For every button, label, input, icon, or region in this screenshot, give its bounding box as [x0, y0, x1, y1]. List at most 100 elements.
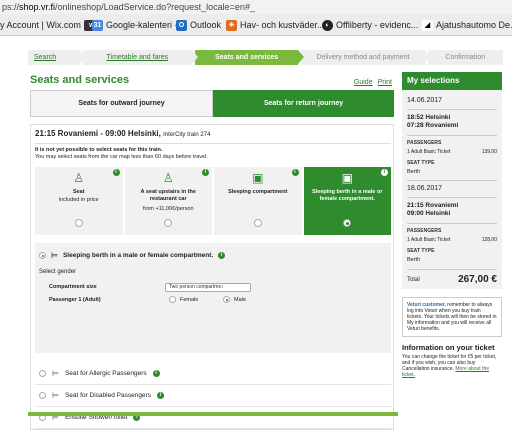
- total-value: 267,00 €: [458, 274, 497, 285]
- car-radio[interactable]: [253, 219, 262, 227]
- bookmark-offliberty[interactable]: ◐ Offliberty - evidenc...: [322, 14, 418, 35]
- car-option-berth[interactable]: ▣ i Sleeping berth in a male or female c…: [303, 167, 391, 235]
- total-row: Total 267,00 €: [407, 269, 497, 285]
- ajatus-icon: ◢: [422, 19, 433, 31]
- print-link[interactable]: Print: [378, 79, 392, 86]
- passengers-label: PASSENGERS: [407, 140, 442, 146]
- car-radio[interactable]: [164, 219, 173, 227]
- passenger-label: Passenger 1 (Adult): [49, 297, 101, 303]
- bed-icon: ⊨: [52, 391, 59, 400]
- restaurant-seat-icon: ♙: [162, 171, 174, 185]
- weather-icon: ☀: [226, 19, 237, 31]
- info-icon[interactable]: i: [152, 370, 160, 377]
- bookmark-wix[interactable]: y Account | Wix.comw: [0, 14, 100, 35]
- bookmark-label: Hav- och kustväder...: [240, 20, 325, 30]
- trip-date: 14.06.2017: [407, 97, 443, 104]
- female-radio[interactable]: [169, 296, 176, 303]
- step-delivery: Delivery method and payment: [301, 50, 431, 65]
- seat-type-value: Berth: [407, 169, 421, 175]
- seat-type-label: SEAT TYPE: [407, 248, 435, 254]
- info-icon[interactable]: i: [112, 169, 120, 176]
- car-price: from +11,00€/person: [143, 206, 194, 212]
- ticket-type: 1 Adult Basic Ticket: [407, 149, 451, 155]
- trip-departure: 21:15 Rovaniemi: [407, 202, 459, 209]
- selections-box: 14.06.2017 18:52 Helsinki 07:28 Rovaniem…: [402, 90, 502, 289]
- bookmark-label: y Account | Wix.com: [0, 20, 81, 30]
- car-type-options: ♙ i Seat included in price ♙ i A seat up…: [35, 167, 391, 235]
- tab-outward-journey[interactable]: Seats for outward journey: [30, 90, 213, 117]
- step-seats: Seats and services: [194, 50, 305, 65]
- male-label: Male: [234, 296, 246, 303]
- seat-icon: ♙: [73, 171, 85, 185]
- gender-female-option[interactable]: Female: [169, 296, 198, 303]
- train-number: InterCity train 274: [163, 132, 211, 138]
- bookmark-outlook[interactable]: O Outlook: [176, 14, 221, 35]
- gender-male-option[interactable]: Male: [223, 296, 246, 303]
- veturi-notice: Veturi customer, remember to always log …: [402, 297, 502, 337]
- selected-option-row[interactable]: ⊨ Sleeping berth in a male or female com…: [39, 251, 226, 260]
- divider: [407, 197, 497, 198]
- male-radio[interactable]: [223, 296, 230, 303]
- train-panel: 21:15 Rovaniemi - 09:00 Helsinki, InterC…: [30, 124, 394, 430]
- divider: [35, 143, 391, 144]
- bookmark-label: Google-kalenteri -...: [106, 20, 186, 30]
- extra-radio[interactable]: [39, 392, 46, 399]
- compartment-size-label: Compartment size: [49, 284, 97, 290]
- bookmarks-bar: y Account | Wix.comw 31Google-kalenteri …: [0, 14, 512, 36]
- bottom-bar: [28, 412, 398, 416]
- extra-allergic[interactable]: ⊨ Seat for Allergic Passengers i: [35, 363, 391, 385]
- trip-departure: 18:52 Helsinki: [407, 114, 451, 121]
- car-option-seat[interactable]: ♙ i Seat included in price: [35, 167, 123, 235]
- ticket-info-text: You can change the ticket for €5 per tic…: [402, 354, 502, 378]
- guide-link[interactable]: Guide: [354, 79, 373, 86]
- url-bar[interactable]: ps://shop.vr.fi/onlineshop/LoadService.d…: [0, 0, 512, 14]
- bed-icon: ⊨: [51, 251, 58, 260]
- seat-notice: It is not yet possible to select seats f…: [35, 147, 208, 161]
- passengers-label: PASSENGERS: [407, 228, 442, 234]
- step-timetable[interactable]: Timetable and fares: [82, 50, 199, 65]
- car-option-compartment[interactable]: ▣ i Sleeping compartment: [214, 167, 302, 235]
- seat-type-label: SEAT TYPE: [407, 160, 435, 166]
- car-radio[interactable]: [74, 219, 83, 227]
- ticket-info-title: Information on your ticket: [402, 343, 495, 352]
- divider: [407, 109, 497, 110]
- info-icon[interactable]: i: [381, 169, 388, 176]
- journey-tabs: Seats for outward journey Seats for retu…: [30, 90, 394, 117]
- extra-label: Seat for Allergic Passengers: [64, 370, 147, 377]
- notice-text: You may select seats from the car map le…: [35, 154, 208, 160]
- extra-radio[interactable]: [39, 370, 46, 377]
- ticket-price: 128,00: [481, 237, 497, 243]
- divider: [407, 223, 497, 224]
- info-icon[interactable]: i: [156, 392, 164, 399]
- car-title: A seat upstairs in the restaurant car: [140, 189, 196, 202]
- selected-option-panel: ⊨ Sleeping berth in a male or female com…: [35, 243, 391, 353]
- extra-disabled[interactable]: ⊨ Seat for Disabled Passengers i: [35, 385, 391, 407]
- bookmark-ajatus[interactable]: ◢ Ajatushautomo De...: [422, 14, 512, 35]
- train-header: 21:15 Rovaniemi - 09:00 Helsinki, InterC…: [35, 129, 210, 138]
- checkout-steps: Search Timetable and fares Seats and ser…: [28, 50, 506, 65]
- option-radio[interactable]: [39, 252, 46, 259]
- car-radio-selected[interactable]: [343, 219, 352, 227]
- car-title: Seat: [72, 189, 85, 195]
- tab-return-journey[interactable]: Seats for return journey: [213, 90, 394, 117]
- bookmark-weather[interactable]: ☀ Hav- och kustväder...: [226, 14, 325, 35]
- bookmark-calendar[interactable]: 31 Google-kalenteri -...: [92, 14, 186, 35]
- url-host: shop.vr.fi: [19, 2, 56, 12]
- info-icon[interactable]: i: [291, 169, 299, 176]
- bookmark-label: Ajatushautomo De...: [436, 20, 512, 30]
- url-scheme: ps://: [2, 2, 20, 12]
- compartment-size-select[interactable]: Two person compartme↕: [165, 283, 251, 292]
- step-search[interactable]: Search: [28, 50, 86, 65]
- extra-label: Seat for Disabled Passengers: [64, 392, 151, 399]
- info-icon[interactable]: i: [202, 169, 209, 176]
- trip-date: 18.06.2017: [407, 185, 443, 192]
- extra-shower[interactable]: ⊨ Ensuite Shower/Toilet i: [35, 407, 391, 429]
- female-label: Female: [180, 296, 199, 303]
- compartment-icon: ▣: [252, 171, 264, 185]
- car-option-restaurant[interactable]: ♙ i A seat upstairs in the restaurant ca…: [124, 167, 212, 235]
- ticket-line: 1 Adult Basic Ticket 139,00: [407, 149, 497, 155]
- trip-arrival: 07:28 Rovaniemi: [407, 122, 459, 129]
- outlook-icon: O: [176, 19, 187, 31]
- info-icon[interactable]: i: [218, 252, 226, 259]
- step-confirmation: Confirmation: [427, 50, 503, 65]
